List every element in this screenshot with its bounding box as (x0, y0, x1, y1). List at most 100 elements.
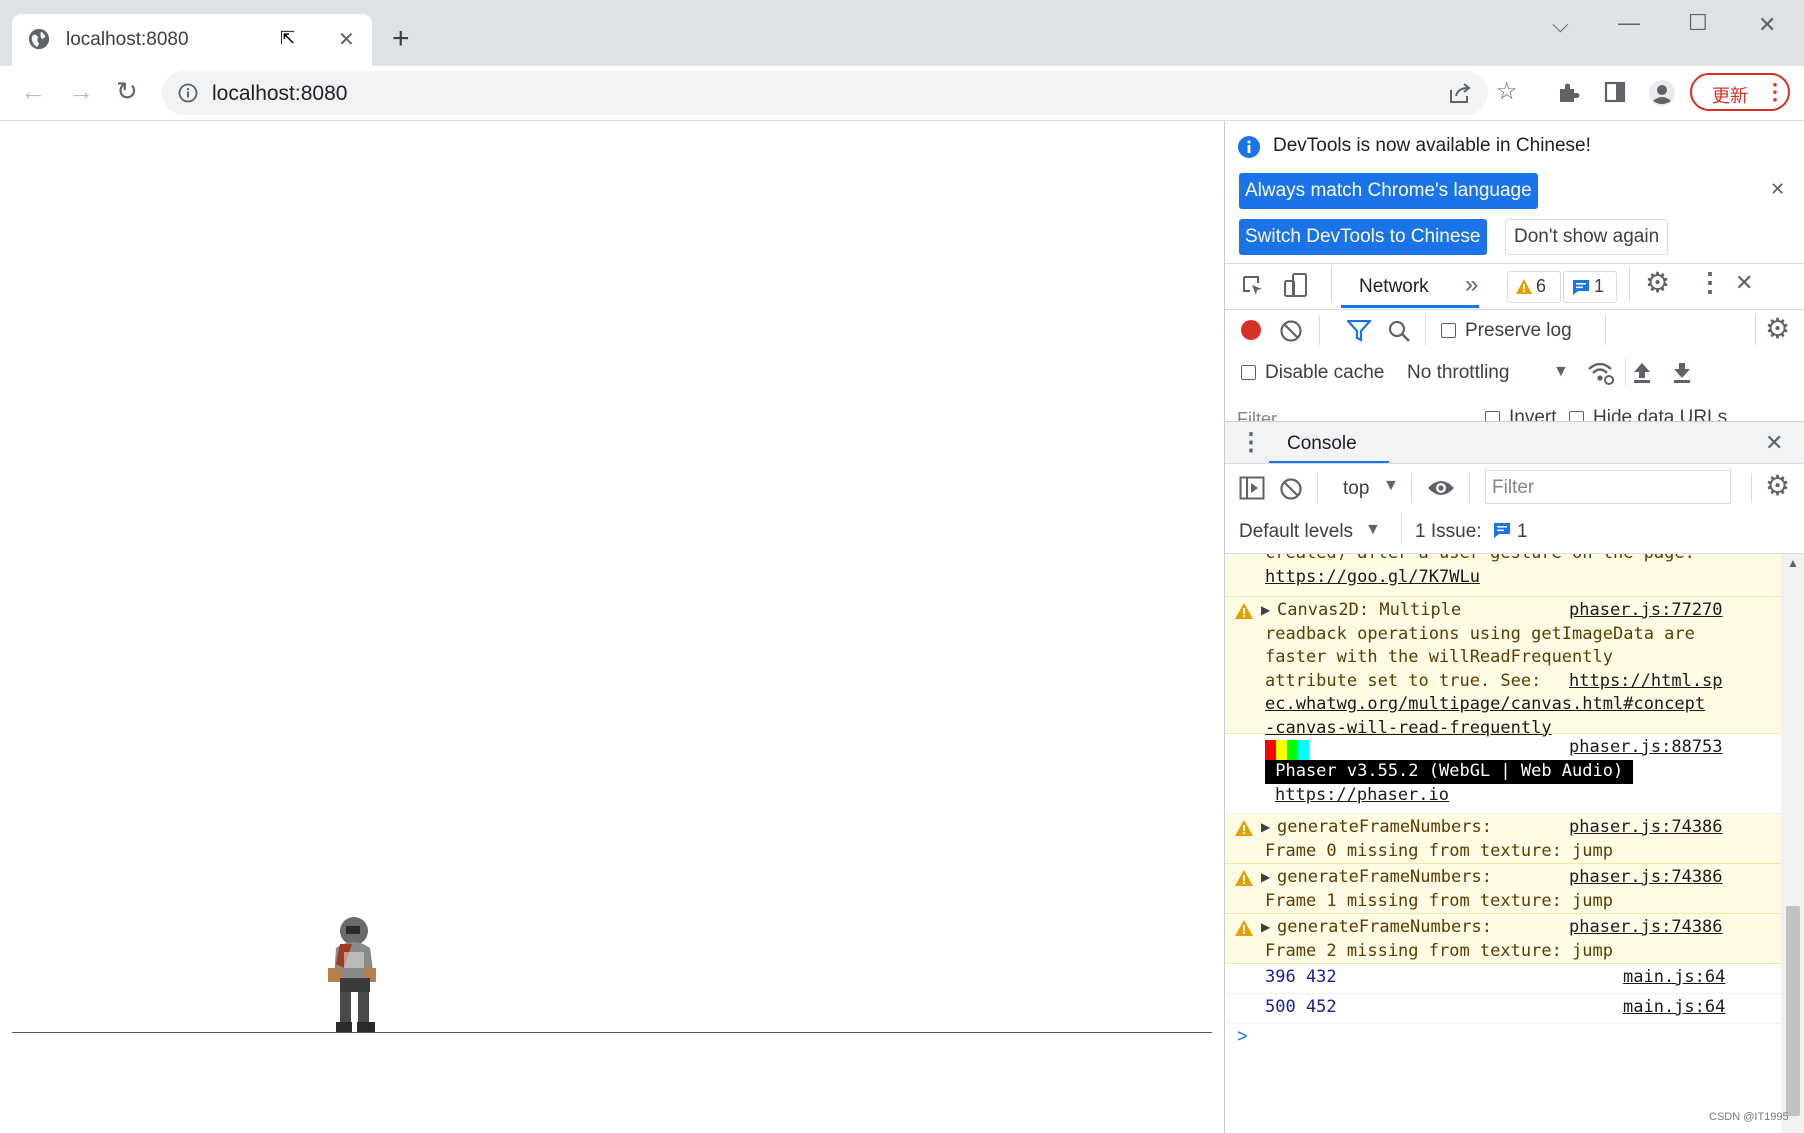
extensions-puzzle-icon[interactable] (1556, 81, 1580, 105)
source-link[interactable]: phaser.js:74386 (1569, 816, 1723, 840)
log-value: 396 432 (1265, 967, 1337, 987)
preserve-log-label: Preserve log (1465, 320, 1572, 341)
tab-title: localhost:8080 (66, 29, 189, 50)
throttling-select[interactable]: No throttling (1407, 362, 1509, 384)
bookmark-star-icon[interactable]: ☆ (1496, 77, 1518, 106)
separator (1469, 473, 1470, 503)
network-settings-gear-icon[interactable]: ⚙ (1765, 312, 1790, 345)
divider (1225, 463, 1804, 464)
more-tabs-icon[interactable]: » (1465, 271, 1478, 299)
separator (1755, 315, 1756, 345)
console-settings-gear-icon[interactable]: ⚙ (1765, 469, 1790, 502)
filter-funnel-icon[interactable] (1347, 320, 1371, 342)
back-arrow-icon[interactable]: ← (20, 76, 46, 106)
network-filter-row: Filter Invert Hide data URLs (1225, 395, 1804, 421)
issues-button[interactable]: 1 Issue: 1 (1403, 512, 1533, 546)
dont-show-again-button[interactable]: Don't show again (1505, 219, 1669, 255)
side-panel-icon[interactable] (1604, 81, 1626, 103)
warning-icon (1235, 820, 1253, 836)
console-prompt[interactable]: > (1237, 1026, 1248, 1047)
profile-avatar-icon[interactable] (1648, 79, 1676, 107)
invert-checkbox[interactable] (1485, 411, 1500, 421)
browser-tab[interactable]: localhost:8080 ⇱ ✕ (12, 14, 372, 66)
address-bar[interactable]: localhost:8080 ☆ (162, 71, 1518, 115)
scrollbar-thumb[interactable] (1786, 906, 1800, 1116)
source-link[interactable]: phaser.js:74386 (1569, 916, 1723, 940)
close-devtools-icon[interactable]: ✕ (1735, 270, 1753, 296)
close-drawer-icon[interactable]: ✕ (1765, 430, 1783, 456)
network-conditions-icon[interactable] (1587, 360, 1615, 386)
update-button[interactable]: 更新 ⋮ (1690, 73, 1790, 111)
message-text: generateFrameNumbers: (1277, 817, 1492, 837)
disable-cache-checkbox[interactable] (1241, 365, 1256, 380)
active-tab-indicator (1341, 305, 1479, 308)
scroll-up-arrow-icon[interactable]: ▲ (1787, 556, 1799, 570)
tab-search-icon[interactable]: ⌵ (1552, 12, 1569, 38)
share-icon[interactable] (1448, 82, 1472, 104)
clear-icon[interactable] (1279, 319, 1303, 343)
new-tab-button[interactable]: + (392, 24, 410, 54)
device-toolbar-icon[interactable] (1283, 272, 1309, 300)
source-link[interactable]: main.js:64 (1623, 996, 1725, 1020)
expand-triangle-icon[interactable]: ▶ (1261, 603, 1270, 617)
source-link[interactable]: phaser.js:88753 (1569, 736, 1723, 760)
network-filter-input[interactable]: Filter (1233, 401, 1465, 421)
message-link[interactable]: https://html.sp (1569, 670, 1723, 694)
settings-gear-icon[interactable]: ⚙ (1645, 266, 1670, 299)
message-link[interactable]: ec.whatwg.org/multipage/canvas.html#conc… (1265, 693, 1705, 717)
chevron-down-icon[interactable]: ▼ (1365, 521, 1381, 539)
divider (1225, 263, 1804, 264)
always-match-language-button[interactable]: Always match Chrome's language (1239, 173, 1538, 209)
messages-counter[interactable]: 1 (1563, 271, 1617, 303)
tab-network[interactable]: Network (1359, 276, 1429, 298)
drawer-menu-icon[interactable]: ⋮ (1239, 428, 1263, 457)
source-link[interactable]: phaser.js:74386 (1569, 866, 1723, 890)
import-upload-icon[interactable] (1631, 361, 1653, 385)
message-link[interactable]: https://phaser.io (1275, 784, 1449, 808)
info-icon[interactable] (178, 83, 198, 103)
console-scrollbar[interactable]: ▲ (1781, 554, 1804, 1133)
tab-close-button[interactable]: ✕ (338, 27, 355, 52)
expand-triangle-icon[interactable]: ▶ (1261, 920, 1270, 934)
context-select[interactable]: top (1343, 478, 1369, 500)
preserve-log-checkbox[interactable] (1441, 323, 1456, 338)
hide-data-urls-checkbox[interactable] (1569, 411, 1584, 421)
clear-console-icon[interactable] (1279, 477, 1303, 501)
chevron-down-icon[interactable]: ▼ (1383, 477, 1399, 495)
expand-triangle-icon[interactable]: ▶ (1261, 870, 1270, 884)
maximize-button[interactable]: ☐ (1688, 10, 1708, 36)
show-sidebar-icon[interactable] (1239, 476, 1265, 500)
console-warning-message: ▶ Canvas2D: Multiple phaser.js:77270 rea… (1225, 597, 1781, 738)
expand-triangle-icon[interactable]: ▶ (1261, 820, 1270, 834)
message-text: created) after a user gesture on the pag… (1265, 554, 1695, 566)
issues-label: 1 Issue: (1415, 521, 1482, 542)
title-bar: localhost:8080 ⇱ ✕ + ⌵ — ☐ ✕ (0, 0, 1804, 66)
chevron-down-icon[interactable]: ▼ (1553, 363, 1569, 381)
switch-to-chinese-button[interactable]: Switch DevTools to Chinese (1239, 219, 1487, 255)
source-link[interactable]: phaser.js:77270 (1569, 599, 1723, 623)
minimize-button[interactable]: — (1618, 10, 1640, 36)
message-text: Frame 1 missing from texture: jump (1265, 890, 1613, 911)
search-icon[interactable] (1387, 319, 1411, 343)
game-canvas[interactable] (0, 121, 1222, 1133)
banner-close-button[interactable]: ✕ (1770, 179, 1785, 200)
watermark: CSDN @IT1995 (1709, 1111, 1789, 1123)
reload-icon[interactable]: ↻ (116, 76, 138, 106)
live-expression-eye-icon[interactable] (1427, 477, 1455, 499)
record-icon[interactable] (1239, 318, 1263, 342)
separator (1625, 357, 1626, 387)
warning-icon (1516, 279, 1532, 294)
log-levels-select[interactable]: Default levels (1239, 521, 1353, 543)
tab-console[interactable]: Console (1287, 433, 1357, 455)
warnings-counter[interactable]: 6 (1507, 271, 1561, 303)
inspect-element-icon[interactable] (1241, 274, 1265, 298)
console-filter-input[interactable]: Filter (1485, 470, 1731, 504)
message-text: faster with the willReadFrequently (1265, 647, 1613, 667)
message-link[interactable]: https://goo.gl/7K7WLu (1265, 566, 1480, 590)
separator (1317, 473, 1318, 503)
forward-arrow-icon[interactable]: → (68, 76, 94, 106)
window-close-button[interactable]: ✕ (1758, 12, 1776, 38)
export-download-icon[interactable] (1671, 361, 1693, 385)
more-options-icon[interactable]: ⋮ (1697, 267, 1723, 298)
source-link[interactable]: main.js:64 (1623, 966, 1725, 990)
